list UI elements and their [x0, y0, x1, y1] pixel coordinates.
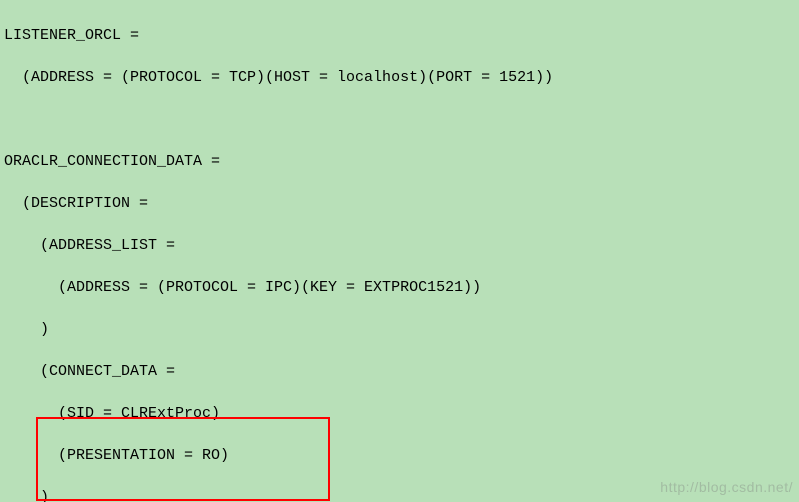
watermark-text: http://blog.csdn.net/	[660, 477, 793, 498]
code-line: LISTENER_ORCL =	[4, 25, 799, 46]
code-line: (ADDRESS = (PROTOCOL = IPC)(KEY = EXTPRO…	[4, 277, 799, 298]
code-line: (CONNECT_DATA =	[4, 361, 799, 382]
code-line: (ADDRESS = (PROTOCOL = TCP)(HOST = local…	[4, 67, 799, 88]
code-line: (PRESENTATION = RO)	[4, 445, 799, 466]
code-line: (DESCRIPTION =	[4, 193, 799, 214]
config-code-block: LISTENER_ORCL = (ADDRESS = (PROTOCOL = T…	[0, 0, 799, 502]
code-line: (SID = CLRExtProc)	[4, 403, 799, 424]
code-line: (ADDRESS_LIST =	[4, 235, 799, 256]
code-line: ORACLR_CONNECTION_DATA =	[4, 151, 799, 172]
code-line: )	[4, 319, 799, 340]
